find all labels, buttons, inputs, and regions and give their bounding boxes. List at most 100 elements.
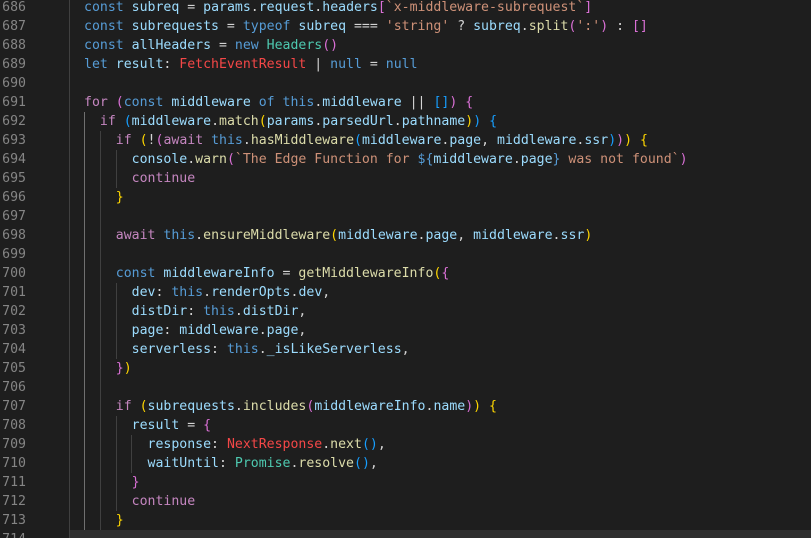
- code-token: ,: [377, 437, 386, 452]
- code-line[interactable]: 709 response: NextResponse.next(),: [0, 435, 811, 454]
- code-token: ssr: [584, 133, 609, 148]
- code-token: Promise: [234, 456, 291, 471]
- code-token: .: [258, 342, 267, 357]
- code-token: .: [211, 114, 220, 129]
- code-text: }): [84, 359, 132, 378]
- code-line[interactable]: 706: [0, 378, 811, 397]
- code-token: .: [195, 228, 204, 243]
- code-token: of: [258, 95, 275, 110]
- code-token: resolve: [298, 456, 354, 471]
- code-token: :: [211, 437, 227, 452]
- code-token: =: [187, 0, 196, 15]
- code-token: {: [441, 266, 450, 281]
- line-number: 707: [2, 399, 26, 414]
- code-token: ,: [401, 342, 410, 357]
- code-line[interactable]: 703 page: middleware.page,: [0, 321, 811, 340]
- code-token: continue: [84, 171, 196, 186]
- code-token: this: [203, 304, 235, 319]
- code-editor[interactable]: 686 const subreq = params.request.headers…: [0, 0, 811, 538]
- code-line[interactable]: 692 if (middleware.match(params.parsedUr…: [0, 112, 811, 131]
- code-token: distDir: [242, 304, 299, 319]
- code-text: continue: [84, 492, 196, 511]
- code-token: !: [147, 133, 156, 148]
- code-token: =: [218, 38, 227, 53]
- code-line[interactable]: 686 const subreq = params.request.headers…: [0, 0, 811, 17]
- code-token: ?: [449, 19, 474, 34]
- code-token: console: [84, 152, 188, 167]
- line-number: 700: [2, 266, 26, 281]
- code-token: (: [139, 133, 148, 148]
- line-number: 696: [2, 190, 26, 205]
- code-token: ]: [584, 0, 593, 15]
- code-token: const: [84, 19, 124, 34]
- code-line[interactable]: 708 result = {: [0, 416, 811, 435]
- code-line[interactable]: 696 }: [0, 188, 811, 207]
- code-text: }: [84, 473, 140, 492]
- code-token: ,: [298, 304, 307, 319]
- code-line[interactable]: 710 waitUntil: Promise.resolve(),: [0, 454, 811, 473]
- code-token: {: [195, 418, 212, 433]
- code-token: let: [84, 57, 108, 72]
- code-token: was not found`: [560, 152, 680, 167]
- code-text: await this.ensureMiddleware(middleware.p…: [84, 226, 593, 245]
- code-token: page: [266, 323, 299, 338]
- code-token: FetchEventResult: [179, 57, 307, 72]
- code-text: waitUntil: Promise.resolve(),: [84, 454, 378, 473]
- code-line[interactable]: 700 const middlewareInfo = getMiddleware…: [0, 264, 811, 283]
- code-line[interactable]: 704 serverless: this._isLikeServerless,: [0, 340, 811, 359]
- code-token: serverless: [84, 342, 212, 357]
- code-line[interactable]: 712 continue: [0, 492, 811, 511]
- code-token: page: [520, 152, 553, 167]
- code-line[interactable]: 698 await this.ensureMiddleware(middlewa…: [0, 226, 811, 245]
- code-line[interactable]: 713 }: [0, 511, 811, 530]
- line-number: 703: [2, 323, 26, 338]
- code-line[interactable]: 691 for (const middleware of this.middlew…: [0, 93, 811, 112]
- code-line[interactable]: 705 }): [0, 359, 811, 378]
- code-token: (: [139, 399, 148, 414]
- code-token: `The Edge Function for: [234, 152, 418, 167]
- code-token: ensureMiddleware: [203, 228, 331, 243]
- code-line[interactable]: 711 }: [0, 473, 811, 492]
- code-token: if: [84, 399, 132, 414]
- code-token: ): [616, 133, 625, 148]
- code-line[interactable]: 693 if (!(await this.hasMiddleware(middl…: [0, 131, 811, 150]
- code-token: :: [163, 57, 180, 72]
- line-number: 690: [2, 76, 26, 91]
- code-token: middleware: [322, 95, 402, 110]
- code-line[interactable]: 695 continue: [0, 169, 811, 188]
- code-token: this: [274, 95, 315, 110]
- code-token: .: [520, 19, 529, 34]
- code-token: parsedUrl: [322, 114, 394, 129]
- code-line[interactable]: 701 dev: this.renderOpts.dev,: [0, 283, 811, 302]
- horizontal-scrollbar[interactable]: [70, 530, 811, 538]
- code-line[interactable]: 688 const allHeaders = new Headers(): [0, 36, 811, 55]
- code-text: page: middleware.page,: [84, 321, 307, 340]
- code-line[interactable]: 690: [0, 74, 811, 93]
- code-token: typeof: [234, 19, 299, 34]
- code-token: (: [354, 133, 362, 148]
- code-line[interactable]: 697: [0, 207, 811, 226]
- code-token: dev: [298, 285, 323, 300]
- code-text: response: NextResponse.next(),: [84, 435, 386, 454]
- code-token: ): [465, 399, 474, 414]
- code-line[interactable]: 707 if (subrequests.includes(middlewareI…: [0, 397, 811, 416]
- code-line[interactable]: 702 distDir: this.distDir,: [0, 302, 811, 321]
- code-token: name: [433, 399, 466, 414]
- code-token: ): [584, 228, 593, 243]
- code-token: }: [84, 475, 140, 490]
- code-line[interactable]: 689 let result: FetchEventResult | null =…: [0, 55, 811, 74]
- code-text: const allHeaders = new Headers(): [84, 36, 338, 55]
- code-token: ||: [401, 95, 434, 110]
- code-line[interactable]: 699: [0, 245, 811, 264]
- code-token: page: [449, 133, 482, 148]
- code-line[interactable]: 694 console.warn(`The Edge Function for …: [0, 150, 811, 169]
- code-token: page: [84, 323, 164, 338]
- code-token: const: [84, 38, 124, 53]
- line-number: 686: [2, 0, 26, 15]
- code-token: params: [266, 114, 315, 129]
- code-token: [: [377, 0, 386, 15]
- code-text: if (!(await this.hasMiddleware(middlewar…: [84, 131, 648, 150]
- code-line[interactable]: 687 const subrequests = typeof subreq ===…: [0, 17, 811, 36]
